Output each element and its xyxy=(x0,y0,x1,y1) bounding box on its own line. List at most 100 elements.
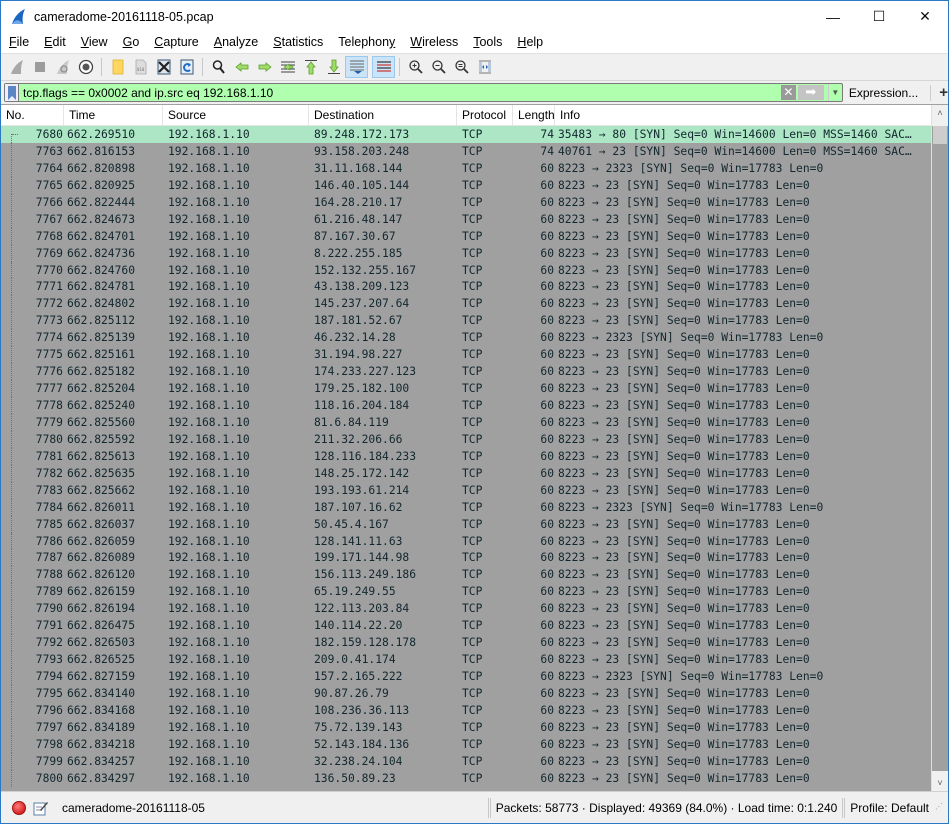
packet-row[interactable]: 7788 662.826120 192.168.1.10 156.113.249.18… xyxy=(1,566,931,584)
filter-bookmark-button[interactable] xyxy=(5,84,19,101)
packet-row[interactable]: 7780 662.825592 192.168.1.10 211.32.206.66 T… xyxy=(1,430,931,448)
menu-statistics[interactable]: Statistics xyxy=(265,32,330,53)
close-button[interactable]: ✕ xyxy=(902,1,948,32)
packet-row[interactable]: 7789 662.826159 192.168.1.10 65.19.249.55 TC… xyxy=(1,583,931,601)
wireshark-logo-icon xyxy=(12,8,25,24)
packet-row[interactable]: 7763 662.816153 192.168.1.10 93.158.203.248… xyxy=(1,142,931,160)
packet-row[interactable]: 7772 662.824802 192.168.1.10 145.237.207.64… xyxy=(1,295,931,313)
packet-row[interactable]: 7769 662.824736 192.168.1.10 8.222.255.185 T… xyxy=(1,244,931,262)
packet-row[interactable]: 7781 662.825613 192.168.1.10 128.116.184.23… xyxy=(1,447,931,465)
column-header-destination[interactable]: Destination xyxy=(309,105,457,126)
packet-row-selected[interactable]: 7680 662.269510 192.168.1.10 89.248.172.173… xyxy=(1,126,931,143)
packet-row[interactable]: 7779 662.825560 192.168.1.10 81.6.84.119 TCP… xyxy=(1,413,931,431)
menu-capture[interactable]: Capture xyxy=(146,32,205,53)
go-forward-button[interactable] xyxy=(253,56,276,78)
packet-row[interactable]: 7782 662.825635 192.168.1.10 148.25.172.142… xyxy=(1,464,931,482)
column-header-no[interactable]: No. xyxy=(1,105,64,126)
menu-view[interactable]: View xyxy=(73,32,115,53)
column-header-length[interactable]: Length xyxy=(513,105,555,126)
stop-capture-button[interactable] xyxy=(28,56,51,78)
clear-filter-button[interactable]: ✕ xyxy=(780,85,796,100)
menu-help[interactable]: Help xyxy=(509,32,550,53)
packet-source: 192.168.1.10 xyxy=(168,246,250,260)
recent-filters-dropdown[interactable]: ▼ xyxy=(827,84,842,101)
packet-row[interactable]: 7784 662.826011 192.168.1.10 187.107.16.62 T… xyxy=(1,498,931,516)
packet-row[interactable]: 7765 662.820925 192.168.1.10 146.40.105.144… xyxy=(1,176,931,194)
restart-capture-button[interactable] xyxy=(51,56,74,78)
apply-filter-button[interactable]: ➡ xyxy=(797,85,824,100)
menu-edit[interactable]: Edit xyxy=(36,32,73,53)
maximize-button[interactable]: ☐ xyxy=(856,1,902,32)
first-packet-button[interactable] xyxy=(299,56,322,78)
menu-telephony[interactable]: Telephony xyxy=(330,32,402,53)
packet-row[interactable]: 7798 662.834218 192.168.1.10 52.143.184.136… xyxy=(1,735,931,753)
capture-options-button[interactable] xyxy=(74,56,97,78)
zoom-out-button[interactable] xyxy=(427,56,450,78)
packet-row[interactable]: 7775 662.825161 192.168.1.10 31.194.98.227 T… xyxy=(1,346,931,364)
packet-row[interactable]: 7766 662.822444 192.168.1.10 164.28.210.17 T… xyxy=(1,193,931,211)
scroll-thumb[interactable] xyxy=(933,126,947,144)
menu-analyze[interactable]: Analyze xyxy=(206,32,265,53)
packet-protocol: TCP xyxy=(462,602,483,616)
packet-row[interactable]: 7797 662.834189 192.168.1.10 75.72.139.143 T… xyxy=(1,718,931,736)
packet-row[interactable]: 7786 662.826059 192.168.1.10 128.141.11.63 T… xyxy=(1,532,931,550)
packet-row[interactable]: 7787 662.826089 192.168.1.10 199.171.144.98… xyxy=(1,549,931,567)
packet-row[interactable]: 7770 662.824760 192.168.1.10 152.132.255.16… xyxy=(1,261,931,279)
display-filter-input[interactable] xyxy=(19,84,781,101)
packet-row[interactable]: 7778 662.825240 192.168.1.10 118.16.204.184… xyxy=(1,397,931,414)
resize-grip[interactable]: ⋰ xyxy=(935,802,945,813)
packet-row[interactable]: 7794 662.827159 192.168.1.10 157.2.165.222 T… xyxy=(1,668,931,685)
packet-row[interactable]: 7774 662.825139 192.168.1.10 46.232.14.28 TC… xyxy=(1,329,931,347)
packet-row[interactable]: 7783 662.825662 192.168.1.10 193.193.61.214… xyxy=(1,481,931,499)
resize-columns-button[interactable] xyxy=(473,56,496,78)
autoscroll-button[interactable] xyxy=(345,56,368,78)
normal-size-button[interactable] xyxy=(450,56,473,78)
column-header-protocol[interactable]: Protocol xyxy=(457,105,513,126)
profile-switcher[interactable]: Profile: Default xyxy=(850,801,929,815)
packet-row[interactable]: 7785 662.826037 192.168.1.10 50.45.4.167 TCP… xyxy=(1,515,931,533)
packet-row[interactable]: 7777 662.825204 192.168.1.10 179.25.182.100… xyxy=(1,380,931,397)
scroll-down-button[interactable]: ˅ xyxy=(932,775,948,792)
packet-row[interactable]: 7776 662.825182 192.168.1.10 174.233.227.12… xyxy=(1,363,931,381)
start-capture-button[interactable] xyxy=(5,56,28,78)
column-header-source[interactable]: Source xyxy=(163,105,309,126)
add-filter-button[interactable]: + xyxy=(939,84,948,101)
last-packet-button[interactable] xyxy=(322,56,345,78)
column-header-time[interactable]: Time xyxy=(64,105,163,126)
packet-row[interactable]: 7773 662.825112 192.168.1.10 187.181.52.67 T… xyxy=(1,312,931,330)
packet-row[interactable]: 7800 662.834297 192.168.1.10 136.50.89.23 TC… xyxy=(1,769,931,787)
packet-row[interactable]: 7791 662.826475 192.168.1.10 140.114.22.20 T… xyxy=(1,617,931,635)
packet-row[interactable]: 7795 662.834140 192.168.1.10 90.87.26.79 TCP… xyxy=(1,684,931,702)
packet-row[interactable]: 7799 662.834257 192.168.1.10 32.238.24.104 T… xyxy=(1,752,931,770)
packet-row[interactable]: 7790 662.826194 192.168.1.10 122.113.203.84… xyxy=(1,600,931,618)
packet-row[interactable]: 7771 662.824781 192.168.1.10 43.138.209.123… xyxy=(1,278,931,296)
menu-wireless[interactable]: Wireless xyxy=(402,32,465,53)
packet-row[interactable]: 7768 662.824701 192.168.1.10 87.167.30.67 TC… xyxy=(1,227,931,245)
reload-file-button[interactable] xyxy=(175,56,198,78)
find-packet-button[interactable] xyxy=(207,56,230,78)
packet-length: 60 xyxy=(540,754,554,768)
expression-button[interactable]: Expression... xyxy=(849,86,918,100)
packet-row[interactable]: 7764 662.820898 192.168.1.10 31.11.168.144 T… xyxy=(1,159,931,177)
scroll-up-button[interactable]: ˄ xyxy=(932,105,948,122)
capture-comment-button[interactable] xyxy=(33,800,49,816)
packet-row[interactable]: 7767 662.824673 192.168.1.10 61.216.48.147 T… xyxy=(1,210,931,228)
close-file-button[interactable] xyxy=(152,56,175,78)
go-to-packet-button[interactable] xyxy=(276,56,299,78)
save-file-button[interactable]: 010 xyxy=(129,56,152,78)
menu-file[interactable]: File xyxy=(1,32,36,53)
go-back-button[interactable] xyxy=(230,56,253,78)
menu-go[interactable]: Go xyxy=(115,32,147,53)
zoom-in-button[interactable] xyxy=(404,56,427,78)
expert-info-icon[interactable] xyxy=(12,800,26,815)
colorize-button[interactable] xyxy=(372,56,395,78)
packet-info: 8223 → 23 [SYN] Seq=0 Win=17783 Len=0 xyxy=(558,229,810,243)
open-file-button[interactable] xyxy=(106,56,129,78)
packet-row[interactable]: 7792 662.826503 192.168.1.10 182.159.128.17… xyxy=(1,634,931,652)
packet-row[interactable]: 7793 662.826525 192.168.1.10 209.0.41.174 TC… xyxy=(1,651,931,668)
packet-row[interactable]: 7796 662.834168 192.168.1.10 108.236.36.113… xyxy=(1,701,931,719)
column-header-info[interactable]: Info xyxy=(555,105,931,126)
menu-tools[interactable]: Tools xyxy=(465,32,509,53)
vertical-scrollbar[interactable]: ˄ ˅ xyxy=(931,105,948,792)
minimize-button[interactable]: — xyxy=(810,1,856,32)
